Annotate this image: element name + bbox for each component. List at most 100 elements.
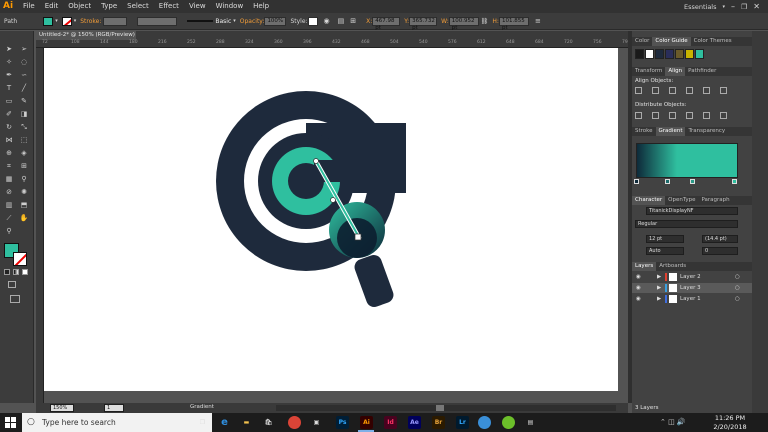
indesign-icon[interactable]: Id xyxy=(384,416,397,429)
gradient-stop[interactable] xyxy=(634,179,639,184)
zoom-field[interactable]: 150% xyxy=(50,404,74,412)
layer-row[interactable]: ◉ ▶ Layer 1 ○ xyxy=(632,294,752,304)
stroke-color-box[interactable] xyxy=(13,252,27,266)
layer-row[interactable]: ◉ ▶ Layer 2 ○ xyxy=(632,272,752,282)
chevron-down-icon[interactable]: ▾ xyxy=(55,18,58,24)
paintbrush-tool-icon[interactable]: ✎ xyxy=(19,97,29,106)
store-icon[interactable]: 🛍 xyxy=(262,416,275,429)
tab-character[interactable]: Character xyxy=(632,196,666,205)
tab-artboards[interactable]: Artboards xyxy=(656,262,689,271)
visibility-eye-icon[interactable]: ◉ xyxy=(636,294,641,304)
eyedropper-icon[interactable]: ⚲ xyxy=(19,175,29,184)
stroke-swatch[interactable] xyxy=(61,16,72,26)
y-field[interactable]: 365.732 pt xyxy=(409,16,438,31)
font-style-field[interactable]: Regular xyxy=(635,220,738,228)
menu-help[interactable]: Help xyxy=(248,0,274,13)
artboard[interactable] xyxy=(44,48,618,391)
fill-swatch[interactable] xyxy=(43,16,54,26)
graph-tool-icon[interactable]: ▥ xyxy=(4,201,14,210)
recolor-icon[interactable]: ◉ xyxy=(324,17,330,25)
menu-type[interactable]: Type xyxy=(96,0,122,13)
variable-width-profile[interactable] xyxy=(137,16,178,26)
align-left-icon[interactable] xyxy=(635,87,642,94)
panel-menu-icon[interactable]: ≡ xyxy=(535,17,541,25)
app-icon[interactable] xyxy=(502,416,515,429)
menu-edit[interactable]: Edit xyxy=(40,0,64,13)
color-swatch[interactable] xyxy=(655,49,664,59)
align-hcenter-icon[interactable] xyxy=(652,87,659,94)
windows-start-icon[interactable] xyxy=(5,417,16,428)
photoshop-icon[interactable]: Ps xyxy=(336,416,349,429)
artwork-logo[interactable] xyxy=(44,48,618,391)
mesh-tool-icon[interactable]: ⊞ xyxy=(19,162,29,171)
app-icon[interactable]: ▣ xyxy=(310,416,323,429)
chevron-down-icon[interactable]: ▾ xyxy=(74,18,77,24)
tab-gradient[interactable]: Gradient xyxy=(655,127,686,136)
width-tool-icon[interactable]: ⋈ xyxy=(4,136,14,145)
menu-effect[interactable]: Effect xyxy=(154,0,184,13)
symbol-sprayer-icon[interactable]: ✺ xyxy=(19,188,29,197)
document-tab[interactable]: Untitled-2* @ 150% (RGB/Preview) xyxy=(36,31,136,40)
lightroom-icon[interactable]: Lr xyxy=(456,416,469,429)
distribute-bottom-icon[interactable] xyxy=(669,112,676,119)
align-icon[interactable]: ▤ xyxy=(338,17,345,25)
tab-opentype[interactable]: OpenType xyxy=(665,196,698,205)
rectangle-tool-icon[interactable]: ▭ xyxy=(4,97,14,106)
color-swatch[interactable] xyxy=(695,49,704,59)
visibility-eye-icon[interactable]: ◉ xyxy=(636,283,641,293)
magic-wand-icon[interactable]: ✧ xyxy=(4,58,14,67)
color-swatch[interactable] xyxy=(635,49,644,59)
app-icon[interactable] xyxy=(478,416,491,429)
system-tray-icons[interactable]: ⌃ ◫ 🔊 xyxy=(660,418,686,426)
direct-selection-tool-icon[interactable]: ➢ xyxy=(19,45,29,54)
tab-color-guide[interactable]: Color Guide xyxy=(652,37,691,46)
target-circle-icon[interactable]: ○ xyxy=(735,272,740,282)
pen-tool-icon[interactable]: ✒ xyxy=(4,71,14,80)
h-field[interactable]: 101.855 pt xyxy=(498,16,529,31)
live-paint-icon[interactable]: ◈ xyxy=(19,149,29,158)
lasso-tool-icon[interactable]: ◌ xyxy=(19,58,29,67)
font-size-field[interactable]: 12 pt xyxy=(646,235,684,243)
eraser-tool-icon[interactable]: ◨ xyxy=(19,110,29,119)
layer-row[interactable]: ◉ ▶ Layer 3 ○ xyxy=(632,283,752,293)
chrome-icon[interactable] xyxy=(288,416,301,429)
chevron-down-icon[interactable]: ▾ xyxy=(233,18,236,24)
curvature-tool-icon[interactable]: ∽ xyxy=(19,71,29,80)
taskbar-search-box[interactable]: Type here to search xyxy=(22,413,212,432)
shape-builder-icon[interactable]: ⊕ xyxy=(4,149,14,158)
vertical-ruler[interactable] xyxy=(36,48,44,403)
layer-name[interactable]: Layer 1 xyxy=(680,294,701,304)
gradient-preview[interactable] xyxy=(636,143,738,178)
horizontal-scrollbar[interactable] xyxy=(276,405,616,411)
free-transform-icon[interactable]: ⬚ xyxy=(19,136,29,145)
artboard-navigator[interactable]: 1 xyxy=(104,404,124,412)
app-icon[interactable]: ▤ xyxy=(524,416,537,429)
layer-name[interactable]: Layer 2 xyxy=(680,272,701,282)
w-field[interactable]: 100.952 pt xyxy=(448,16,479,31)
font-family-field[interactable]: TitanickDisplayNF xyxy=(646,207,738,215)
taskbar-clock[interactable]: 11:26 PM 2/20/2018 xyxy=(706,414,754,432)
rotate-tool-icon[interactable]: ↻ xyxy=(4,123,14,132)
default-colors-icon[interactable] xyxy=(4,269,10,275)
scale-tool-icon[interactable]: ⤡ xyxy=(19,123,29,132)
transform-icon[interactable]: ⊞ xyxy=(350,17,356,25)
target-circle-icon[interactable]: ○ xyxy=(735,294,740,304)
expand-arrow-icon[interactable]: ▶ xyxy=(657,272,661,282)
layer-name[interactable]: Layer 3 xyxy=(680,283,701,293)
color-swatch[interactable] xyxy=(685,49,694,59)
none-mode-icon[interactable] xyxy=(22,269,28,275)
gradient-stop[interactable] xyxy=(690,179,695,184)
maximize-icon[interactable]: ❐ xyxy=(741,3,747,11)
type-tool-icon[interactable]: T xyxy=(4,84,14,93)
menu-select[interactable]: Select xyxy=(122,0,154,13)
draw-mode-icon[interactable] xyxy=(8,281,16,288)
kerning-field[interactable]: Auto xyxy=(646,247,684,255)
expand-arrow-icon[interactable]: ▶ xyxy=(657,283,661,293)
minimize-icon[interactable]: – xyxy=(731,2,735,11)
color-swatch[interactable] xyxy=(645,49,654,59)
illustrator-icon[interactable]: Ai xyxy=(360,416,373,429)
expand-arrow-icon[interactable]: ▶ xyxy=(657,294,661,304)
file-explorer-icon[interactable]: ▬ xyxy=(240,416,253,429)
distribute-top-icon[interactable] xyxy=(635,112,642,119)
edge-icon[interactable]: e xyxy=(218,416,231,429)
